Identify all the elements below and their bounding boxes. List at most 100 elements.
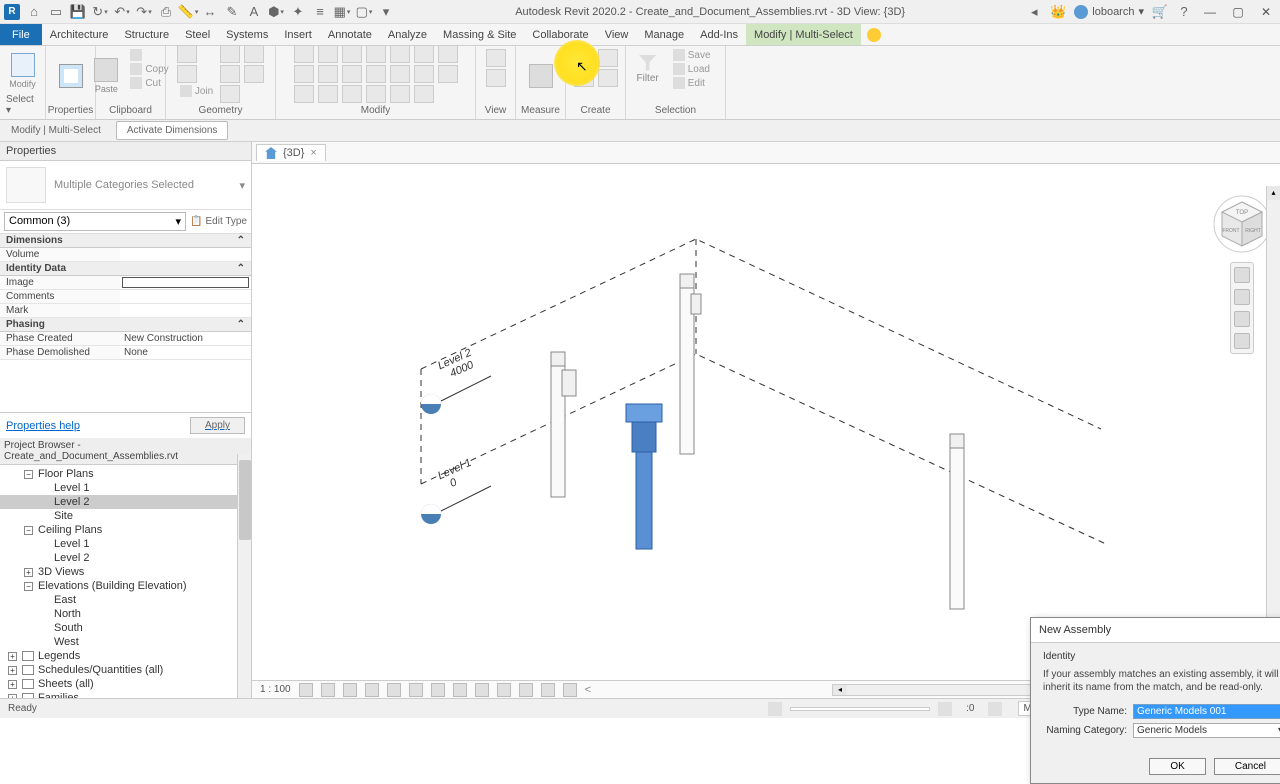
create-btn-2[interactable] (574, 69, 594, 87)
join-button[interactable]: Join (176, 84, 217, 98)
nav-wheel-icon[interactable] (1234, 267, 1250, 283)
tree-fp-level1[interactable]: Level 1 (0, 481, 251, 495)
mod-btn-3[interactable] (294, 85, 314, 103)
mod-btn-2[interactable] (294, 65, 314, 83)
menu-view[interactable]: View (597, 24, 637, 45)
geom-btn-7[interactable] (244, 65, 264, 83)
activate-dimensions-button[interactable]: Activate Dimensions (116, 121, 229, 140)
mod-btn-15[interactable] (390, 85, 410, 103)
load-selection-button[interactable]: Load (669, 62, 715, 76)
print-icon[interactable]: ⎙ (158, 4, 174, 20)
geom-btn-6[interactable] (244, 45, 264, 63)
prop-section-identity[interactable]: Identity Data⌃ (0, 262, 251, 276)
prop-mark-value[interactable] (120, 304, 251, 317)
home-icon[interactable]: ⌂ (26, 4, 42, 20)
prop-section-dimensions[interactable]: Dimensions⌃ (0, 234, 251, 248)
prop-section-phasing[interactable]: Phasing⌃ (0, 318, 251, 332)
qat-dropdown-icon[interactable]: ▾ (378, 4, 394, 20)
nav-orbit-icon[interactable] (1234, 333, 1250, 349)
vc-misc-icon[interactable] (563, 683, 577, 697)
mod-btn-19[interactable] (438, 45, 458, 63)
select-modify-button[interactable]: Modify (5, 48, 41, 93)
menu-architecture[interactable]: Architecture (42, 24, 117, 45)
menu-massing[interactable]: Massing & Site (435, 24, 524, 45)
mod-btn-8[interactable] (342, 65, 362, 83)
view-btn-2[interactable] (486, 69, 506, 87)
user-account[interactable]: loboarch ▾ (1074, 5, 1144, 19)
tree-ceiling-plans[interactable]: −Ceiling Plans (0, 523, 251, 537)
tree-schedules[interactable]: +Schedules/Quantities (all) (0, 663, 251, 677)
browser-scrollbar[interactable] (237, 454, 251, 698)
view-cube[interactable]: TOP FRONT RIGHT (1212, 194, 1272, 254)
text-icon[interactable]: A (246, 4, 262, 20)
nav-zoom-icon[interactable] (1234, 311, 1250, 327)
edit-type-button[interactable]: 📋Edit Type (190, 216, 247, 227)
properties-help-link[interactable]: Properties help (6, 420, 80, 432)
ok-button[interactable]: OK (1149, 758, 1205, 775)
mod-btn-1[interactable] (294, 45, 314, 63)
3d-canvas[interactable]: Level 2 4000 Level 1 0 (252, 164, 1280, 680)
dimension-icon[interactable]: ↔ (202, 4, 218, 20)
geom-btn-5[interactable] (220, 85, 240, 103)
mod-btn-5[interactable] (318, 65, 338, 83)
menu-analyze[interactable]: Analyze (380, 24, 435, 45)
tree-floor-plans[interactable]: −Floor Plans (0, 467, 251, 481)
tree-fp-level2[interactable]: Level 2 (0, 495, 251, 509)
prop-volume-value[interactable] (120, 248, 251, 261)
measure-button[interactable] (523, 48, 559, 104)
vc-reveal-icon[interactable] (497, 683, 511, 697)
vc-crop-icon[interactable] (409, 683, 423, 697)
tree-el-south[interactable]: South (0, 621, 251, 635)
tree-sheets[interactable]: +Sheets (all) (0, 677, 251, 691)
keyword-search-icon[interactable]: 👑 (1050, 4, 1066, 20)
mod-btn-20[interactable] (438, 65, 458, 83)
menu-manage[interactable]: Manage (636, 24, 692, 45)
minimize-button[interactable]: — (1200, 4, 1220, 20)
vc-shadow-icon[interactable] (365, 683, 379, 697)
mod-btn-12[interactable] (366, 85, 386, 103)
status-icon-2[interactable] (938, 702, 952, 716)
tree-families[interactable]: +Families (0, 691, 251, 698)
mod-btn-7[interactable] (342, 45, 362, 63)
tree-elevations[interactable]: −Elevations (Building Elevation) (0, 579, 251, 593)
vc-sun-icon[interactable] (343, 683, 357, 697)
type-selector[interactable]: Multiple Categories Selected ▾ (0, 161, 251, 210)
default3d-icon[interactable]: ⬢ (268, 4, 284, 20)
tree-el-east[interactable]: East (0, 593, 251, 607)
redo-icon[interactable]: ↷ (136, 4, 152, 20)
save-icon[interactable]: 💾 (70, 4, 86, 20)
geom-btn-1[interactable] (177, 45, 197, 63)
geom-btn-3[interactable] (220, 45, 240, 63)
tree-el-north[interactable]: North (0, 607, 251, 621)
vc-analytical-icon[interactable] (519, 683, 533, 697)
properties-button[interactable] (53, 48, 89, 104)
doc-tab-close[interactable]: × (310, 147, 316, 159)
geom-btn-2[interactable] (177, 65, 197, 83)
ribbon-toggle-icon[interactable] (867, 28, 881, 42)
view-scale[interactable]: 1 : 100 (260, 684, 291, 695)
menu-file[interactable]: File (0, 24, 42, 45)
switch-window-icon[interactable]: ▢ (356, 4, 372, 20)
nav-back-icon[interactable]: ◂ (1026, 4, 1042, 20)
help-icon[interactable]: ? (1176, 4, 1192, 20)
cart-icon[interactable]: 🛒 (1152, 4, 1168, 20)
measure-qat-icon[interactable]: 📏 (180, 4, 196, 20)
create-btn-3[interactable] (598, 49, 618, 67)
mod-btn-17[interactable] (414, 65, 434, 83)
vc-lock-icon[interactable] (453, 683, 467, 697)
mod-btn-16[interactable] (414, 45, 434, 63)
menu-structure[interactable]: Structure (116, 24, 177, 45)
undo-icon[interactable]: ↶ (114, 4, 130, 20)
tag-icon[interactable]: ✎ (224, 4, 240, 20)
close-hidden-icon[interactable]: ▦ (334, 4, 350, 20)
vc-render-icon[interactable] (387, 683, 401, 697)
prop-phase-demolished-value[interactable]: None (120, 346, 251, 359)
menu-annotate[interactable]: Annotate (320, 24, 380, 45)
menu-steel[interactable]: Steel (177, 24, 218, 45)
geom-btn-4[interactable] (220, 65, 240, 83)
type-name-input[interactable]: Generic Models 001 (1133, 704, 1280, 719)
vc-constraints-icon[interactable] (541, 683, 555, 697)
menu-systems[interactable]: Systems (218, 24, 276, 45)
menu-modify-context[interactable]: Modify | Multi-Select (746, 24, 861, 45)
prop-comments-value[interactable] (120, 290, 251, 303)
